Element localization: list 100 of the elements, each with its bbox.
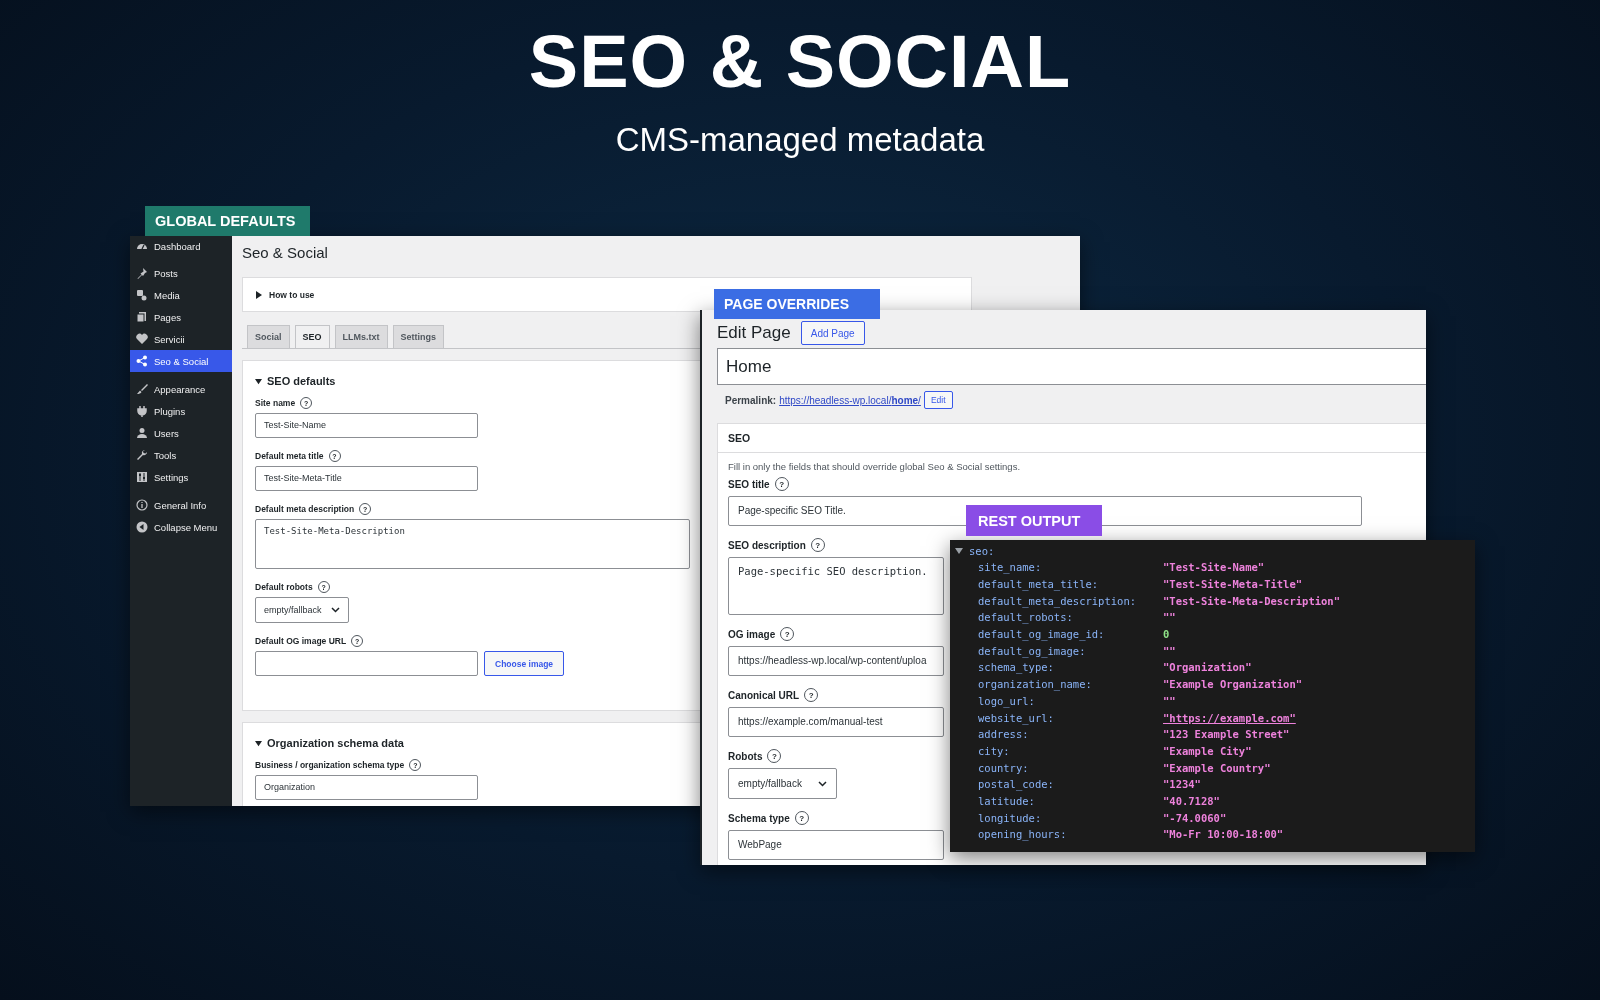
sidebar-item[interactable]: Posts [130,262,232,284]
wrench-icon [136,449,148,461]
section-heading: SEO defaults [267,375,336,387]
field-label: Canonical URL [728,689,800,701]
permalink-link[interactable]: https://headless-wp.local/home/ [779,394,921,406]
text-field[interactable]: Test-Site-Meta-Title [255,466,478,491]
sidebar-item[interactable]: Seo & Social [130,350,232,372]
heart-icon [136,333,148,345]
text-field[interactable]: Test-Site-Name [255,413,478,438]
sidebar-item[interactable]: Tools [130,444,232,466]
field-label: Business / organization schema type [255,760,405,770]
json-value: "" [1163,694,1176,707]
sidebar-item[interactable]: Media [130,284,232,306]
user-icon [136,427,148,439]
metabox-title: SEO [718,424,1426,453]
json-key: address: [978,728,1163,741]
tab[interactable]: Social [247,325,290,348]
chevron-down-icon [818,780,827,787]
json-key: longitude: [978,811,1163,824]
dropdown[interactable]: empty/fallback [728,768,837,799]
sidebar-item[interactable]: Appearance [130,378,232,400]
sidebar-item[interactable]: Settings [130,466,232,488]
json-value: "Example Organization" [1163,678,1303,691]
json-key: organization_name: [978,678,1163,691]
json-value: "-74.0060" [1163,811,1227,824]
json-key: city: [978,744,1163,757]
media-icon [136,289,148,301]
section-badge: GLOBAL DEFAULTS [145,206,310,236]
field-label: SEO title [728,478,770,490]
field-label: Default meta description [255,504,355,514]
text-field[interactable]: https://headless-wp.local/wp-content/uploa [728,646,944,676]
add-page-button[interactable]: Add Page [800,321,865,345]
section-badge: REST OUTPUT [966,505,1102,536]
text-area[interactable]: Test-Site-Meta-Description [255,519,690,569]
json-value: "Mo-Fr 10:00-18:00" [1163,828,1284,841]
sliders-icon [136,471,148,483]
tab[interactable]: LLMs.txt [334,325,388,348]
field-label: OG image [728,628,776,640]
json-key: default_og_image_id: [978,628,1163,641]
field-label: Default OG image URL [255,636,347,646]
json-value: 0 [1163,628,1170,641]
sidebar-item[interactable]: Dashboard [130,236,232,256]
json-value: "" [1163,644,1176,657]
brush-icon [136,383,148,395]
sidebar-item[interactable]: General Info [130,494,232,516]
text-area[interactable]: Page-specific SEO description. [728,557,944,615]
edit-page-heading: Edit Page [717,323,791,343]
page-subtitle: CMS-managed metadata [615,122,985,158]
json-key: site_name: [978,561,1163,574]
how-to-use-toggle[interactable]: How to use [255,289,315,300]
field-label: SEO description [728,539,806,551]
sidebar-item[interactable]: Pages [130,306,232,328]
field-label: Robots [728,750,763,762]
json-value: "40.7128" [1163,794,1220,807]
tab[interactable]: SEO [294,325,330,348]
tab[interactable]: Settings [392,325,445,348]
text-field[interactable]: Organization [255,775,478,800]
json-key: opening_hours: [978,828,1163,841]
field-label: Schema type [728,812,790,824]
pin-icon [136,267,148,279]
json-key: default_meta_title: [978,578,1163,591]
hint-text: Fill in only the fields that should override global Seo & Social settings. [728,461,1022,472]
json-link[interactable]: "https://example.com" [1163,711,1296,724]
sidebar-item[interactable]: Users [130,422,232,444]
sidebar-item[interactable]: Plugins [130,400,232,422]
field-label: Site name [255,398,296,408]
sidebar-item[interactable]: Collapse Menu [130,516,232,538]
json-key: seo: [969,544,995,557]
json-value: "Example City" [1163,744,1252,757]
text-field[interactable]: https://example.com/manual-test [728,707,944,737]
json-value: "Example Country" [1163,761,1271,774]
pages-icon [136,311,148,323]
dropdown[interactable]: empty/fallback [255,597,349,623]
json-key: latitude: [978,794,1163,807]
edit-button[interactable]: Edit [923,391,953,409]
plug-icon [136,405,148,417]
share-icon [136,355,148,367]
settings-title: Seo & Social [242,243,329,262]
json-value: "123 Example Street" [1163,728,1290,741]
json-key: country: [978,761,1163,774]
text-field[interactable] [255,651,478,676]
json-value: "Test-Site-Name" [1163,561,1265,574]
json-key: website_url: [978,711,1163,724]
section-badge: PAGE OVERRIDES [714,289,880,319]
choose-image-button[interactable]: Choose image [484,651,565,676]
section-heading: Organization schema data [267,737,404,749]
json-key: default_og_image: [978,644,1163,657]
info-icon [136,499,148,511]
post-title-field[interactable]: Home [717,348,1426,385]
json-value: "1234" [1163,778,1201,791]
field-label: Default meta title [255,451,324,461]
json-key: default_meta_description: [978,594,1163,607]
json-key: logo_url: [978,694,1163,707]
sidebar-item[interactable]: Servicii [130,328,232,350]
page-title: SEO & SOCIAL [528,24,1072,100]
json-key: default_robots: [978,611,1163,624]
text-field[interactable]: WebPage [728,830,944,860]
chevron-down-icon [331,607,340,613]
json-value: "Organization" [1163,661,1252,674]
field-label: Default robots [255,582,313,592]
